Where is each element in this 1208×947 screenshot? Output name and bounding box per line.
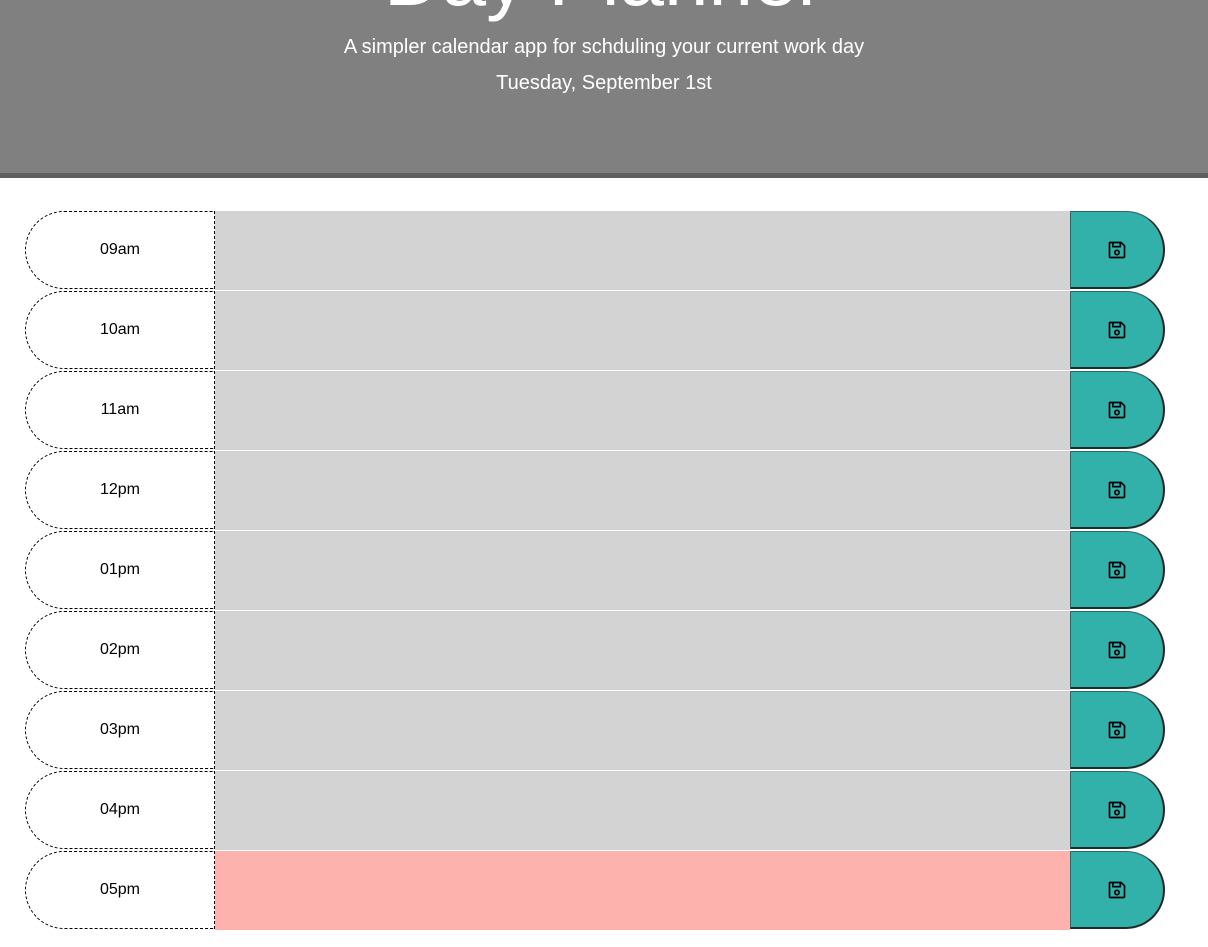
time-block-row: 09am (25, 211, 1165, 291)
time-block-row: 04pm (25, 771, 1165, 851)
hour-label: 04pm (25, 771, 215, 849)
save-button[interactable] (1070, 611, 1165, 689)
save-button[interactable] (1070, 371, 1165, 449)
save-button[interactable] (1070, 851, 1165, 929)
hour-label: 03pm (25, 691, 215, 769)
app-title: Day Planner (0, 0, 1208, 18)
event-description-input[interactable] (215, 211, 1070, 291)
floppy-disk-icon (1107, 720, 1127, 740)
time-block-row: 11am (25, 371, 1165, 451)
event-description-input[interactable] (215, 371, 1070, 451)
event-description-input[interactable] (215, 451, 1070, 531)
event-description-input[interactable] (215, 771, 1070, 851)
event-description-input[interactable] (215, 691, 1070, 771)
save-button[interactable] (1070, 691, 1165, 769)
hour-label: 09am (25, 211, 215, 289)
time-block-row: 02pm (25, 611, 1165, 691)
save-button[interactable] (1070, 451, 1165, 529)
floppy-disk-icon (1107, 880, 1127, 900)
hour-label: 05pm (25, 851, 215, 929)
save-button[interactable] (1070, 211, 1165, 289)
time-block-row: 10am (25, 291, 1165, 371)
planner-container: 09am 10am 11am 12pm 01pm 02pm 03pm 04pm (25, 211, 1165, 931)
time-block-row: 03pm (25, 691, 1165, 771)
save-button[interactable] (1070, 291, 1165, 369)
save-button[interactable] (1070, 531, 1165, 609)
hour-label: 12pm (25, 451, 215, 529)
floppy-disk-icon (1107, 640, 1127, 660)
hour-label: 11am (25, 371, 215, 449)
event-description-input[interactable] (215, 531, 1070, 611)
app-subtitle: A simpler calendar app for schduling you… (343, 36, 865, 58)
floppy-disk-icon (1107, 800, 1127, 820)
save-button[interactable] (1070, 771, 1165, 849)
event-description-input[interactable] (215, 611, 1070, 691)
current-day: Tuesday, September 1st (496, 72, 712, 94)
time-block-row: 01pm (25, 531, 1165, 611)
hour-label: 02pm (25, 611, 215, 689)
floppy-disk-icon (1107, 320, 1127, 340)
floppy-disk-icon (1107, 480, 1127, 500)
time-block-row: 05pm (25, 851, 1165, 931)
event-description-input[interactable] (215, 291, 1070, 371)
event-description-input[interactable] (215, 851, 1070, 931)
time-block-row: 12pm (25, 451, 1165, 531)
floppy-disk-icon (1107, 560, 1127, 580)
hour-label: 01pm (25, 531, 215, 609)
hour-label: 10am (25, 291, 215, 369)
floppy-disk-icon (1107, 400, 1127, 420)
floppy-disk-icon (1107, 240, 1127, 260)
page-header: Day Planner A simpler calendar app for s… (0, 0, 1208, 178)
